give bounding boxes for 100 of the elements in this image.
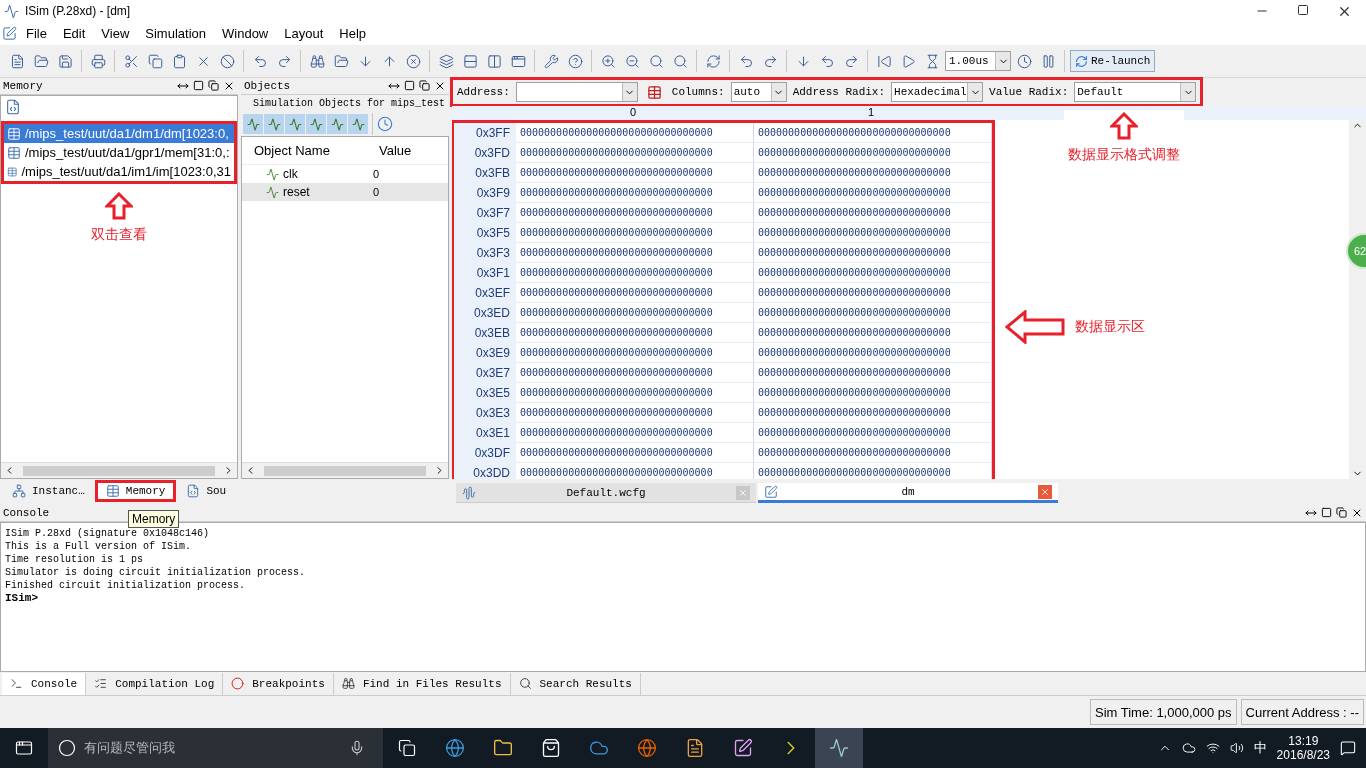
tab-icon — [94, 677, 108, 690]
bottom-tab[interactable]: Console — [2, 672, 87, 695]
value-cell: 00000000000000000000000000000000 — [754, 163, 992, 183]
menu-item[interactable]: View — [94, 24, 137, 43]
address-cell: 0x3F5 — [454, 223, 516, 243]
column-header[interactable]: Object Name — [242, 143, 367, 158]
tab-icon — [231, 677, 245, 690]
cloud-icon — [1181, 741, 1196, 755]
output-filter-icon[interactable] — [264, 114, 284, 134]
value-cell: 00000000000000000000000000000000 — [754, 223, 992, 243]
address-field[interactable] — [515, 82, 638, 102]
panel-title: Memory — [3, 80, 43, 92]
address-cell: 0x3F1 — [454, 263, 516, 283]
console-line: Simulator is doing circuit initialization process. — [5, 566, 307, 579]
menu-item[interactable]: Edit — [55, 24, 93, 43]
value-cell: 00000000000000000000000000000000 — [754, 283, 992, 303]
menu-item[interactable]: Simulation — [138, 24, 213, 43]
task-view-icon — [398, 739, 416, 757]
memory-list-item[interactable]: /mips_test/uut/da1/gpr1/mem[31:0,: — [4, 143, 234, 162]
address-cell: 0x3EF — [454, 283, 516, 303]
time-field[interactable]: 1.00us — [945, 51, 1011, 71]
tooltip: Memory — [128, 510, 180, 528]
scroll-up-icon[interactable] — [1352, 120, 1363, 131]
editor-tab[interactable]: Default.wcfg — [456, 483, 756, 503]
value-cell: 00000000000000000000000000000000 — [754, 303, 992, 323]
tab-icon — [105, 484, 120, 498]
value-cell: 00000000000000000000000000000000 — [754, 383, 992, 403]
editor-app-icon — [685, 738, 705, 758]
panel-title: Console — [3, 507, 50, 519]
panel-tab[interactable]: Instanc… — [4, 480, 93, 502]
input-method-indicator[interactable]: 中 — [1253, 739, 1267, 757]
object-name: reset — [283, 185, 310, 199]
value-cell: 00000000000000000000000000000000 — [754, 443, 992, 463]
inout-filter-icon[interactable] — [285, 114, 305, 134]
value-cell: 00000000000000000000000000000000 — [516, 223, 754, 243]
value-cell: 00000000000000000000000000000000 — [754, 203, 992, 223]
annotation-label: 双击查看 — [91, 226, 147, 244]
taskbar-search-field[interactable]: 有问题尽管问我 — [48, 728, 383, 768]
address-cell: 0x3ED — [454, 303, 516, 323]
address-cell: 0x3E9 — [454, 343, 516, 363]
value-radix-select[interactable]: Default — [1074, 82, 1197, 102]
input-filter-icon[interactable] — [243, 114, 263, 134]
menu-item[interactable]: Help — [332, 24, 374, 43]
close-icon[interactable] — [1351, 507, 1363, 519]
object-row[interactable]: reset 0 — [242, 183, 448, 201]
scrollbar-thumb[interactable] — [264, 465, 426, 476]
object-name: clk — [283, 167, 298, 181]
restore-icon[interactable] — [419, 80, 430, 91]
folder-icon — [493, 738, 513, 758]
address-cell: 0x3EB — [454, 323, 516, 343]
address-cell: 0x3DF — [454, 443, 516, 463]
menu-item[interactable]: File — [19, 24, 54, 43]
panel-tab[interactable]: Sou — [178, 480, 235, 502]
taskbar-clock[interactable]: 13:19 2016/8/23 — [1276, 734, 1330, 762]
relaunch-icon — [1075, 54, 1088, 68]
column-header[interactable]: Value — [367, 143, 448, 158]
address-cell: 0x3E5 — [454, 383, 516, 403]
constant-filter-icon[interactable] — [327, 114, 347, 134]
cloud-app-icon — [589, 738, 609, 758]
browser-icon — [445, 738, 465, 758]
address-cell: 0x3FF — [454, 123, 516, 143]
restore-icon[interactable] — [1336, 507, 1347, 518]
console-line: Time resolution is 1 ps — [5, 553, 145, 566]
menu-item[interactable]: Window — [215, 24, 276, 43]
columns-select[interactable]: auto — [730, 82, 787, 102]
field-label: Address Radix: — [792, 86, 886, 98]
value-cell: 00000000000000000000000000000000 — [516, 343, 754, 363]
menu-item[interactable]: Layout — [277, 24, 331, 43]
volume-icon — [1229, 741, 1244, 755]
column-header: 0 — [628, 106, 638, 120]
value-cell: 00000000000000000000000000000000 — [754, 143, 992, 163]
panel-tab[interactable]: Memory — [94, 480, 177, 502]
close-icon[interactable] — [434, 80, 446, 92]
value-cell: 00000000000000000000000000000000 — [516, 263, 754, 283]
console-line: Finished circuit initialization process. — [5, 579, 247, 592]
address-radix-select[interactable]: Hexadecimal — [891, 82, 984, 102]
relaunch-button[interactable]: Re-launch — [1070, 50, 1156, 72]
document-icon — [462, 485, 476, 500]
memory-list-item[interactable]: /mips_test/uut/da1/dm1/dm[1023:0, — [4, 124, 234, 143]
internal-filter-icon[interactable] — [306, 114, 326, 134]
restore-icon[interactable] — [208, 80, 219, 91]
memory-list-item[interactable]: /mips_test/uut/da1/im1/im[1023:0,31 — [4, 162, 234, 181]
editor-tab[interactable]: dm — [758, 483, 1058, 503]
close-icon[interactable] — [223, 80, 235, 92]
maximize-icon[interactable] — [193, 80, 204, 91]
tab-icon — [10, 677, 23, 690]
variable-filter-icon[interactable] — [348, 114, 368, 134]
maximize-icon[interactable] — [1321, 507, 1332, 518]
scrollbar-thumb[interactable] — [23, 465, 215, 476]
object-row[interactable]: clk 0 — [242, 165, 448, 183]
maximize-icon[interactable] — [1297, 3, 1309, 16]
console-prompt[interactable]: ISim> — [5, 592, 1361, 605]
store-icon — [541, 738, 561, 758]
value-cell: 00000000000000000000000000000000 — [754, 343, 992, 363]
value-cell: 00000000000000000000000000000000 — [754, 243, 992, 263]
value-cell: 00000000000000000000000000000000 — [516, 363, 754, 383]
sim-time-status: Sim Time: 1,000,000 ps — [1090, 699, 1237, 725]
value-cell: 00000000000000000000000000000000 — [516, 183, 754, 203]
maximize-icon[interactable] — [404, 80, 415, 91]
address-icon — [647, 84, 663, 100]
